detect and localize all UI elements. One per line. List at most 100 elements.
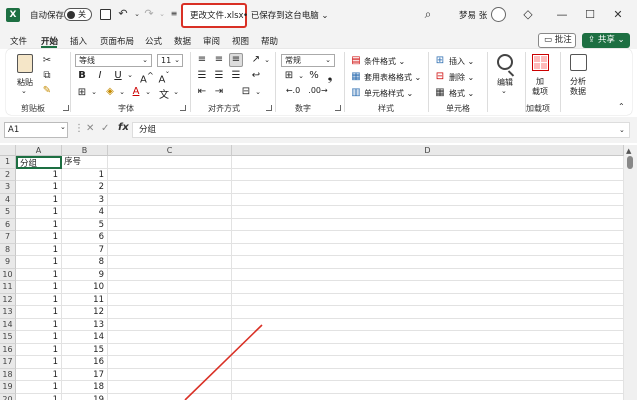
cell-b[interactable]: 5 — [62, 218, 108, 231]
cell-c[interactable] — [108, 256, 232, 269]
cell-b[interactable]: 19 — [62, 393, 108, 400]
cell-d[interactable] — [232, 156, 624, 169]
more-options-icon[interactable]: ⋮ — [74, 123, 84, 134]
analyze-data-icon[interactable] — [570, 54, 587, 71]
search-icon[interactable]: ⌕ — [420, 7, 436, 22]
font-color-dropdown-icon[interactable]: ⌄ — [142, 88, 154, 96]
format-painter-icon[interactable]: ✎ — [41, 85, 53, 97]
currency-dropdown-icon[interactable]: ⌄ — [295, 72, 307, 80]
customize-toolbar-icon[interactable]: ≡ — [167, 7, 181, 21]
row-header[interactable]: 11 — [0, 281, 16, 294]
cell-b[interactable]: 15 — [62, 343, 108, 356]
cell-b[interactable]: 18 — [62, 381, 108, 394]
row-header[interactable]: 3 — [0, 181, 16, 194]
redo-icon[interactable]: ↷ — [142, 7, 156, 21]
collapse-ribbon-icon[interactable]: ⌃ — [618, 102, 625, 111]
row-header[interactable]: 2 — [0, 168, 16, 181]
align-center-icon[interactable]: ☰ — [213, 70, 225, 81]
scrollbar-thumb[interactable] — [627, 156, 633, 169]
underline-dropdown-icon[interactable]: ⌄ — [124, 71, 136, 79]
tab-data[interactable]: 数据 — [174, 35, 191, 47]
increase-indent-icon[interactable]: ⇥ — [213, 86, 225, 97]
row-header[interactable]: 10 — [0, 268, 16, 281]
underline-icon[interactable]: U — [112, 70, 124, 81]
cell-c[interactable] — [108, 343, 232, 356]
format-as-table-button[interactable]: 套用表格格式 ⌄ — [364, 72, 421, 83]
orientation-dropdown-icon[interactable]: ⌄ — [261, 56, 273, 64]
row-header[interactable]: 4 — [0, 193, 16, 206]
cell-b[interactable]: 7 — [62, 243, 108, 256]
row-header[interactable]: 15 — [0, 331, 16, 344]
cell-b[interactable]: 12 — [62, 306, 108, 319]
select-all-corner[interactable] — [0, 145, 16, 156]
font-name-select[interactable]: 等线 ⌄ — [75, 54, 152, 67]
percent-icon[interactable]: % — [308, 70, 320, 81]
cell-b[interactable]: 1 — [62, 168, 108, 181]
cell-c[interactable] — [108, 306, 232, 319]
cell-d[interactable] — [232, 343, 624, 356]
cell-a[interactable]: 1 — [16, 293, 62, 306]
saved-status[interactable]: • 已保存到这台电脑 ⌄ — [243, 9, 329, 21]
expand-formula-icon[interactable]: ⌄ — [619, 126, 625, 134]
column-header-d[interactable]: D — [232, 145, 624, 156]
cell-a[interactable]: 1 — [16, 356, 62, 369]
cell-c[interactable] — [108, 243, 232, 256]
tab-formulas[interactable]: 公式 — [145, 35, 162, 47]
number-format-select[interactable]: 常规 ⌄ — [281, 54, 335, 67]
vertical-scrollbar[interactable] — [624, 145, 637, 400]
cell-a[interactable]: 1 — [16, 193, 62, 206]
currency-icon[interactable]: ⊞ — [283, 70, 295, 81]
cell-b[interactable]: 9 — [62, 268, 108, 281]
row-header[interactable]: 6 — [0, 218, 16, 231]
align-right-icon[interactable]: ☰ — [230, 70, 242, 81]
cell-c[interactable] — [108, 331, 232, 344]
cell-d[interactable] — [232, 218, 624, 231]
cell-c[interactable] — [108, 206, 232, 219]
cell-b[interactable]: 4 — [62, 206, 108, 219]
cell-d[interactable] — [232, 243, 624, 256]
cell-a[interactable]: 1 — [16, 206, 62, 219]
name-box-dropdown-icon[interactable]: ⌄ — [60, 123, 66, 131]
editing-search-icon[interactable] — [497, 54, 513, 70]
cell-c[interactable] — [108, 181, 232, 194]
cell-d[interactable] — [232, 193, 624, 206]
insert-cells-button[interactable]: 插入 ⌄ — [449, 56, 474, 67]
column-header-a[interactable]: A — [16, 145, 62, 156]
save-icon[interactable] — [100, 9, 111, 20]
font-color-icon[interactable]: A — [130, 86, 142, 97]
row-header[interactable]: 14 — [0, 318, 16, 331]
cell-styles-button[interactable]: 单元格样式 ⌄ — [364, 88, 413, 99]
copy-icon[interactable]: ⧉ — [41, 70, 53, 82]
cell-a[interactable]: 1 — [16, 243, 62, 256]
enter-icon[interactable]: ✓ — [101, 123, 109, 134]
row-header[interactable]: 16 — [0, 343, 16, 356]
name-box[interactable]: A1 — [4, 122, 68, 138]
fill-dropdown-icon[interactable]: ⌄ — [116, 88, 128, 96]
phonetic-dropdown-icon[interactable]: ⌄ — [170, 88, 182, 96]
cell-a[interactable]: 1 — [16, 231, 62, 244]
font-launcher-icon[interactable] — [180, 105, 186, 111]
align-bottom-icon[interactable]: ≡ — [229, 53, 243, 67]
cell-b[interactable]: 16 — [62, 356, 108, 369]
tab-page-layout[interactable]: 页面布局 — [100, 35, 134, 47]
close-button[interactable]: ✕ — [608, 6, 628, 24]
insert-function-icon[interactable]: fx — [118, 122, 129, 133]
row-header[interactable]: 5 — [0, 206, 16, 219]
cell-d[interactable] — [232, 368, 624, 381]
row-header[interactable]: 17 — [0, 356, 16, 369]
delete-cells-button[interactable]: 删除 ⌄ — [449, 72, 474, 83]
cell-c[interactable] — [108, 368, 232, 381]
cell-d[interactable] — [232, 231, 624, 244]
cell-b[interactable]: 17 — [62, 368, 108, 381]
comment-button[interactable]: ▭ 批注 — [538, 33, 576, 48]
cell-d[interactable] — [232, 356, 624, 369]
row-header[interactable]: 8 — [0, 243, 16, 256]
cell-a[interactable]: 1 — [16, 343, 62, 356]
addins-icon[interactable] — [532, 54, 549, 71]
cell-d[interactable] — [232, 381, 624, 394]
cell-c[interactable] — [108, 268, 232, 281]
conditional-format-button[interactable]: 条件格式 ⌄ — [364, 56, 405, 67]
cell-c[interactable] — [108, 318, 232, 331]
cell-d[interactable] — [232, 293, 624, 306]
cell-d[interactable] — [232, 393, 624, 400]
